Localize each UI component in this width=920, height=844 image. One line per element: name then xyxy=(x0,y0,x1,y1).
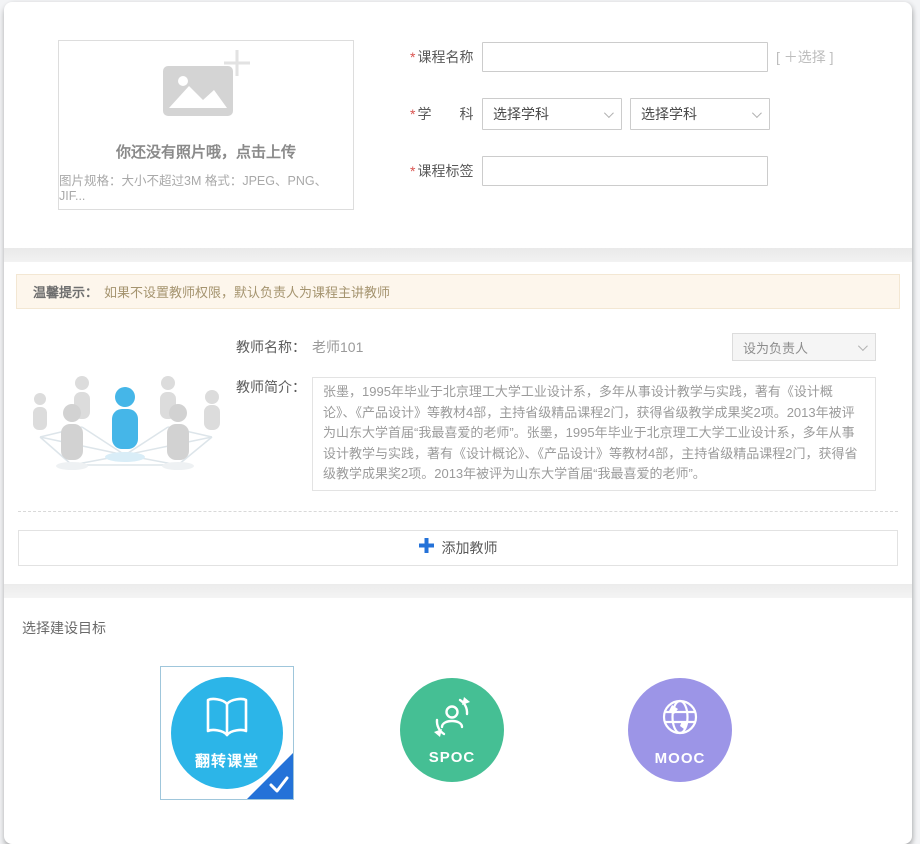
teacher-detail: 教师名称： 老师101 设为负责人 教师简介： 张墨，1995年毕业于北京理工大… xyxy=(236,323,876,491)
chevron-down-icon xyxy=(604,108,614,118)
course-edit-card: 你还没有照片哦，点击上传 图片规格：大小不超过3M 格式：JPEG、PNG、JI… xyxy=(4,2,912,844)
required-asterisk: * xyxy=(410,49,415,65)
subject-select-2[interactable]: 选择学科 xyxy=(630,98,770,130)
dashed-divider xyxy=(18,511,898,512)
section-divider xyxy=(4,584,912,598)
teacher-name-value: 老师101 xyxy=(312,337,732,357)
teacher-bio-text[interactable]: 张墨，1995年毕业于北京理工大学工业设计系，多年从事设计教学与实践，著有《设计… xyxy=(312,377,876,491)
section-divider xyxy=(4,248,912,262)
subject-select-1[interactable]: 选择学科 xyxy=(482,98,622,130)
goal-section: 选择建设目标 翻转课堂 xyxy=(4,598,912,844)
image-plus-icon xyxy=(157,48,255,127)
teacher-bio-label: 教师简介： xyxy=(236,377,312,491)
globe-icon xyxy=(656,693,704,746)
teacher-name-row: 教师名称： 老师101 设为负责人 xyxy=(236,333,876,361)
course-tag-label: *课程标签 xyxy=(410,161,482,181)
goal-option-flipped-classroom[interactable]: 翻转课堂 xyxy=(160,666,294,800)
chevron-down-icon xyxy=(858,341,868,351)
basic-info-section: 你还没有照片哦，点击上传 图片规格：大小不超过3M 格式：JPEG、PNG、JI… xyxy=(4,2,912,248)
add-teacher-label: 添加教师 xyxy=(442,538,498,558)
course-name-input[interactable] xyxy=(482,42,768,72)
check-icon xyxy=(269,776,289,793)
goal-option-label: MOOC xyxy=(655,750,706,767)
tip-prefix: 温馨提示： xyxy=(33,285,98,300)
goal-options-row: 翻转课堂 SPOC xyxy=(160,666,894,844)
course-tag-input[interactable] xyxy=(482,156,768,186)
teacher-role-select[interactable]: 设为负责人 xyxy=(732,333,876,361)
open-book-icon xyxy=(199,695,255,746)
goal-option-mooc[interactable]: MOOC xyxy=(628,678,732,782)
add-teacher-button[interactable]: 添加教师 xyxy=(18,530,898,566)
upload-hint-title: 你还没有照片哦，点击上传 xyxy=(116,141,296,162)
flipped-classroom-circle[interactable]: 翻转课堂 xyxy=(171,677,283,789)
sync-user-icon xyxy=(428,694,476,745)
course-form: *课程名称 [ ＋选择 ] *学 科 选择学科 选择学科 *课程标签 xyxy=(410,40,876,210)
teacher-name-label: 教师名称： xyxy=(236,337,312,357)
chevron-down-icon xyxy=(752,108,762,118)
goal-section-title: 选择建设目标 xyxy=(22,618,894,638)
subject-row: *学 科 选择学科 选择学科 xyxy=(410,98,876,130)
teacher-network-image xyxy=(22,349,228,491)
required-asterisk: * xyxy=(410,163,415,179)
warm-tip-banner: 温馨提示： 如果不设置教师权限，默认负责人为课程主讲教师 xyxy=(16,274,900,309)
teacher-bio-row: 教师简介： 张墨，1995年毕业于北京理工大学工业设计系，多年从事设计教学与实践… xyxy=(236,377,876,491)
course-tag-row: *课程标签 xyxy=(410,156,876,186)
course-name-label: *课程名称 xyxy=(410,47,482,67)
course-name-row: *课程名称 [ ＋选择 ] xyxy=(410,42,876,72)
goal-option-label: SPOC xyxy=(429,749,476,766)
tip-text: 如果不设置教师权限，默认负责人为课程主讲教师 xyxy=(104,285,390,300)
subject-label: *学 科 xyxy=(410,104,482,124)
goal-option-spoc[interactable]: SPOC xyxy=(400,678,504,782)
goal-option-label: 翻转课堂 xyxy=(195,750,259,771)
required-asterisk: * xyxy=(410,106,415,122)
course-name-pick-link[interactable]: [ ＋选择 ] xyxy=(776,47,834,67)
teacher-section: 教师名称： 老师101 设为负责人 教师简介： 张墨，1995年毕业于北京理工大… xyxy=(4,309,912,491)
cover-upload-box[interactable]: 你还没有照片哦，点击上传 图片规格：大小不超过3M 格式：JPEG、PNG、JI… xyxy=(58,40,354,210)
upload-spec-text: 图片规格：大小不超过3M 格式：JPEG、PNG、JIF... xyxy=(59,170,353,203)
plus-icon xyxy=(419,538,434,558)
